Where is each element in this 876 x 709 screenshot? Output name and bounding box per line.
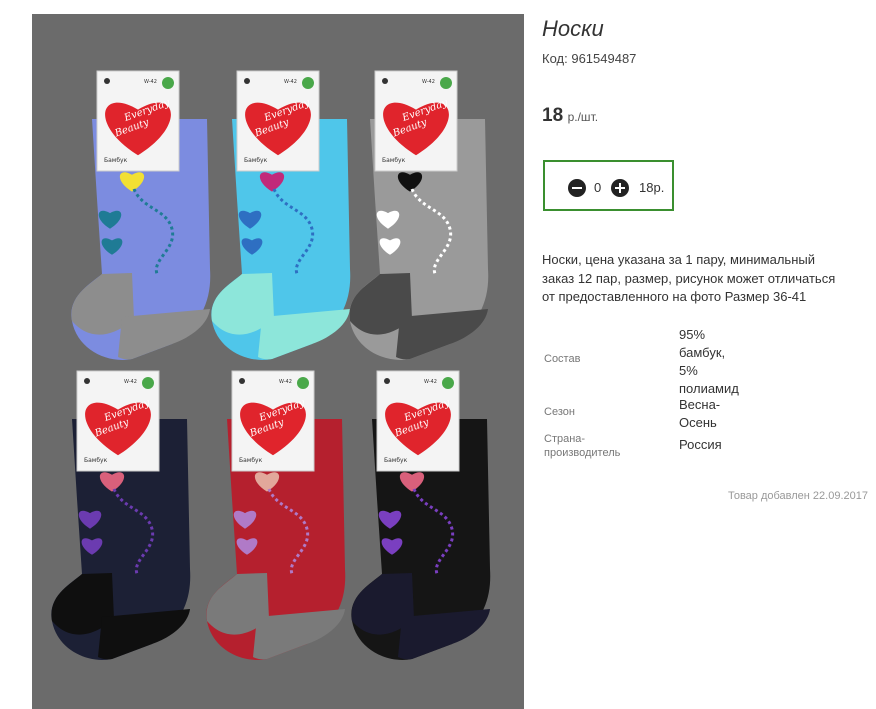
minus-icon[interactable]: [568, 179, 586, 197]
quantity-stepper: 0 18р.: [543, 160, 674, 211]
product-code: Код: 961549487: [542, 51, 636, 66]
tag-hole: [84, 378, 90, 384]
tag-material: Бамбук: [104, 157, 128, 164]
tag-hole: [244, 78, 250, 84]
code-label: Код:: [542, 51, 568, 66]
plus-icon[interactable]: [611, 179, 629, 197]
tag-hole: [382, 78, 388, 84]
product-title: Носки: [542, 16, 604, 41]
tag-leaf: [440, 77, 452, 89]
tag-leaf: [302, 77, 314, 89]
property-key: Сезон: [544, 406, 575, 418]
property-value: 95% бамбук, 5% полиамид: [679, 327, 739, 396]
property-key: Страна- производитель: [544, 433, 621, 459]
tag-size: W-42: [279, 379, 292, 385]
quantity-sum: 18р.: [639, 180, 665, 195]
tag-size: W-42: [422, 79, 435, 85]
tag-material: Бамбук: [384, 457, 408, 464]
property-key: Состав: [544, 353, 581, 365]
tag-size: W-42: [124, 379, 137, 385]
tag-material: Бамбук: [84, 457, 108, 464]
price-value: 18: [542, 105, 564, 126]
quantity-value[interactable]: 0: [594, 180, 601, 195]
tag-hole: [104, 78, 110, 84]
price-unit: р./шт.: [567, 110, 599, 124]
property-value: Россия: [679, 437, 722, 452]
tag-size: W-42: [424, 379, 437, 385]
product-description: Носки, цена указана за 1 пару, минимальн…: [542, 252, 836, 304]
tag-leaf: [297, 377, 309, 389]
tag-size: W-42: [284, 79, 297, 85]
tag-hole: [384, 378, 390, 384]
code-value: 961549487: [571, 51, 637, 66]
socks-image: W-42EverydayBeautyБамбукW-42EverydayBeau…: [32, 14, 524, 709]
tag-leaf: [162, 77, 174, 89]
tag-leaf: [142, 377, 154, 389]
tag-material: Бамбук: [382, 157, 406, 164]
product-price: 18 р./шт.: [542, 105, 598, 127]
tag-hole: [239, 378, 245, 384]
tag-material: Бамбук: [239, 457, 263, 464]
product-photo[interactable]: W-42 Everyday Beauty Бамбук W-42 Everyday Beau…: [32, 14, 524, 709]
tag-size: W-42: [144, 79, 157, 85]
tag-leaf: [442, 377, 454, 389]
added-date: Товар добавлен 22.09.2017: [727, 490, 868, 502]
property-value: Весна- Осень: [679, 397, 721, 430]
tag-material: Бамбук: [244, 157, 268, 164]
